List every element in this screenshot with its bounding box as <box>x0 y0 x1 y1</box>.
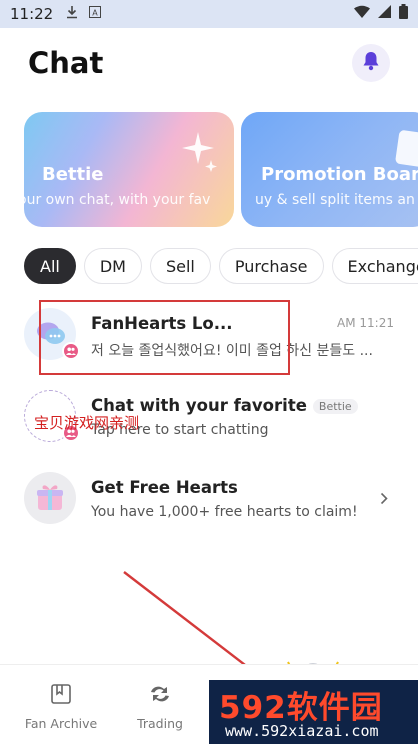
banner-subtitle: uy & sell split items an <box>255 192 415 208</box>
archive-icon <box>50 683 72 710</box>
nav-trading[interactable]: Trading <box>115 665 205 744</box>
header: Chat <box>0 28 418 108</box>
banner-bettie[interactable]: Bettie our own chat, with your fav <box>24 112 234 227</box>
battery-icon <box>399 4 408 24</box>
banner-title: Bettie <box>42 164 104 185</box>
trading-icon <box>148 683 172 710</box>
page-title: Chat <box>28 46 104 80</box>
cell-signal-icon <box>378 5 391 23</box>
chevron-right-icon[interactable] <box>380 492 388 510</box>
filter-exchange[interactable]: Exchange <box>331 248 418 284</box>
nav-label: Fan Archive <box>24 716 98 731</box>
chat-row[interactable]: Get Free Hearts You have 1,000+ free hea… <box>0 462 418 544</box>
chat-time: AM 11:21 <box>337 316 394 330</box>
filter-sell[interactable]: Sell <box>149 248 211 284</box>
nav-fan-archive[interactable]: Fan Archive <box>16 665 106 744</box>
filter-all[interactable]: All <box>24 248 76 284</box>
overlay-caption: 宝贝游戏网亲测 <box>34 414 140 432</box>
status-time: 11:22 <box>10 5 54 23</box>
filter-purchase[interactable]: Purchase <box>218 248 324 284</box>
filter-dm[interactable]: DM <box>83 248 142 284</box>
watermark-brand: 592软件园 <box>219 690 383 726</box>
status-bar: 11:22 A <box>0 0 418 28</box>
chat-avatar <box>24 472 76 524</box>
download-icon <box>65 5 79 24</box>
filter-chips: All DM Sell Purchase Exchange <box>24 248 418 286</box>
watermark-url: www.592xiazai.com <box>225 722 379 740</box>
banner-subtitle: our own chat, with your fav <box>24 192 211 208</box>
banner-title: Promotion Board <box>261 164 418 185</box>
promo-carousel[interactable]: Bettie our own chat, with your fav Promo… <box>24 112 418 227</box>
annotation-box <box>39 300 290 375</box>
gift-icon <box>37 483 63 516</box>
site-watermark: 592软件园 www.592xiazai.com <box>209 680 418 744</box>
chat-title: Get Free Hearts <box>91 478 238 497</box>
notifications-button[interactable] <box>352 44 390 82</box>
svg-text:A: A <box>92 9 98 18</box>
chat-tag: Bettie <box>312 399 358 414</box>
chat-preview: You have 1,000+ free hearts to claim! <box>91 504 358 520</box>
sparkle-icon <box>178 130 218 177</box>
wifi-icon <box>354 5 370 23</box>
banner-promotion-board[interactable]: Promotion Board uy & sell split items an <box>241 112 418 227</box>
bell-icon <box>362 51 380 76</box>
nav-label: Trading <box>137 716 183 731</box>
font-icon: A <box>89 5 102 23</box>
